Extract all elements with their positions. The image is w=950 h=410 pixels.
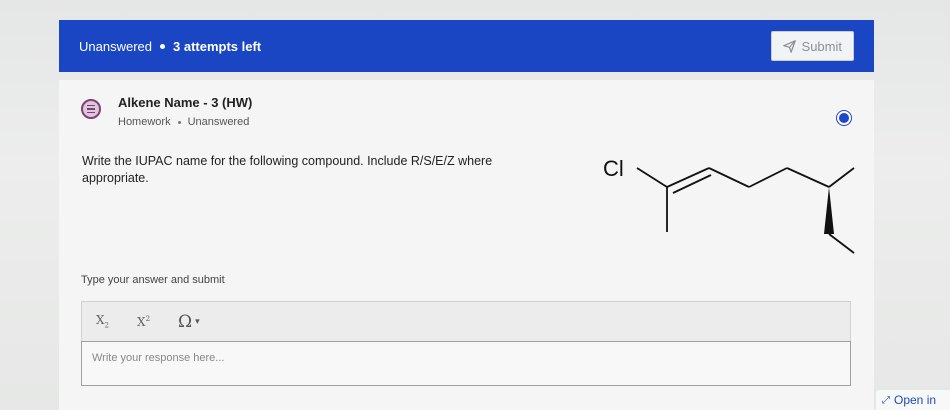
page: Unanswered 3 attempts left Submit Alkene…: [0, 0, 950, 410]
chevron-down-icon: ▾: [195, 316, 200, 327]
status-banner: Unanswered 3 attempts left Submit: [59, 20, 874, 72]
submit-label: Submit: [801, 38, 842, 54]
question-meta: Homework Unanswered: [118, 116, 249, 128]
question-type: Homework: [118, 116, 171, 128]
response-input[interactable]: Write your response here...: [81, 341, 851, 386]
separator-dot: [160, 43, 165, 49]
answer-label: Type your answer and submit: [81, 274, 225, 286]
attempts-text: 3 attempts left: [173, 38, 262, 54]
question-title: Alkene Name - 3 (HW): [118, 95, 253, 110]
question-card: Alkene Name - 3 (HW) Homework Unanswered…: [59, 80, 874, 410]
submit-button[interactable]: Submit: [770, 31, 854, 61]
subscript-button[interactable]: X2: [96, 313, 109, 329]
response-placeholder: Write your response here...: [92, 352, 225, 364]
editor-toolbar: X2 X2 Ω ▾: [81, 301, 851, 341]
paper-plane-icon: [782, 39, 796, 53]
question-prompt: Write the IUPAC name for the following c…: [82, 154, 493, 185]
radio-icon[interactable]: [837, 111, 851, 125]
open-in-button[interactable]: ⤢ Open in: [876, 390, 950, 410]
status-text: Unanswered: [79, 38, 152, 54]
molecule-structure: Cl: [603, 156, 855, 254]
superscript-button[interactable]: X2: [137, 315, 150, 329]
omega-icon[interactable]: Ω ▾: [178, 312, 200, 332]
expand-arrow-icon: ⤢: [882, 394, 890, 406]
question-icon: [81, 99, 101, 119]
chlorine-label: Cl: [603, 156, 624, 181]
meta-separator-dot: [177, 120, 181, 124]
banner-status: Unanswered 3 attempts left: [79, 39, 261, 54]
open-in-label: Open in: [894, 393, 937, 407]
question-status: Unanswered: [187, 116, 250, 128]
